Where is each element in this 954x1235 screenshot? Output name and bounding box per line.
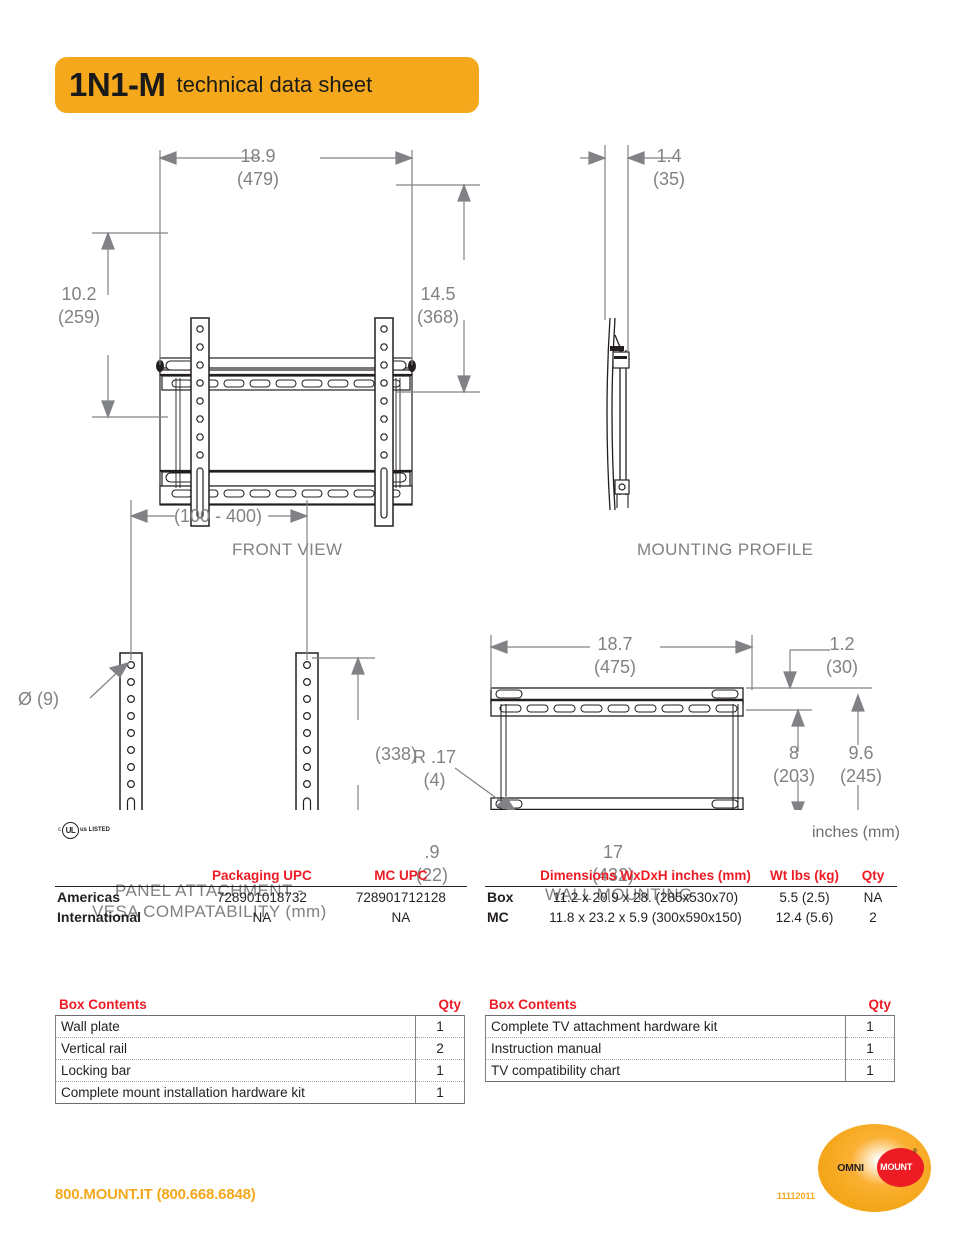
box-contents-left-item: Wall plate: [55, 1015, 416, 1038]
dims-header-weight: Wt lbs (kg): [760, 868, 849, 887]
box-contents-right-title: Box Contents: [489, 997, 577, 1012]
upc-row-mc: NA: [391, 909, 411, 925]
logo-registered-icon: ®: [912, 1148, 918, 1155]
front-view-label: FRONT VIEW: [232, 540, 343, 559]
front-right-height-dim: 14.5 (368): [417, 284, 460, 327]
box-contents-right: Box Contents Qty Complete TV attachment …: [485, 997, 895, 1082]
table-row: Box 11.2 x 20.9 x 28. (285x530x70) 5.5 (…: [485, 887, 897, 908]
table-header-row: Packaging UPC MC UPC: [55, 868, 467, 887]
box-contents-right-item: TV compatibility chart: [485, 1059, 846, 1082]
omnimount-logo: OMNI MOUNT ®: [818, 1124, 931, 1212]
list-item: Wall plate 1: [55, 1015, 465, 1038]
units-note: inches (mm): [811, 824, 900, 841]
wall-radius-dim: R .17 (4): [413, 747, 457, 790]
page-subtitle: technical data sheet: [176, 72, 373, 97]
box-contents-right-qty: 1: [845, 1059, 895, 1082]
dims-row-qty: 2: [869, 909, 877, 925]
list-item: Instruction manual 1: [485, 1037, 895, 1060]
upc-row-mc: 728901712128: [355, 889, 446, 905]
footer-phone: 800.MOUNT.IT (800.668.6848): [55, 1186, 256, 1203]
upc-header-packaging: Packaging UPC: [189, 868, 335, 887]
upc-table: Packaging UPC MC UPC Americas 7289010187…: [55, 868, 467, 927]
list-item: Locking bar 1: [55, 1059, 465, 1082]
wall-outer-height-dim: 9.6 (245): [840, 743, 883, 786]
box-contents-right-item: Complete TV attachment hardware kit: [485, 1015, 846, 1038]
box-contents-left-title: Box Contents: [59, 997, 147, 1012]
box-contents-right-header: Box Contents Qty: [485, 997, 895, 1015]
technical-drawings: 18.9 (479) 10.2 (259) 14.5 (368) 1.4 (35) (1…: [0, 120, 954, 921]
dimensions-table: Dimensions WxDxH inches (mm) Wt lbs (kg)…: [485, 868, 897, 927]
box-contents-right-table: Complete TV attachment hardware kit 1 In…: [485, 1015, 895, 1082]
box-contents-left-qty: 1: [415, 1015, 465, 1038]
box-contents-left-item: Vertical rail: [55, 1037, 416, 1060]
dims-row-type: Box: [487, 889, 514, 905]
wall-inner-height-dim: 8 (203): [773, 743, 816, 786]
upc-header-mc: MC UPC: [334, 868, 467, 887]
upc-row-packaging: NA: [252, 909, 272, 925]
ul-prefix-label: c: [58, 827, 61, 833]
list-item: Complete TV attachment hardware kit 1: [485, 1015, 895, 1038]
dims-header-blank: [485, 868, 531, 887]
box-contents-left-qty: 1: [415, 1081, 465, 1104]
dims-row-weight: 5.5 (2.5): [779, 889, 830, 905]
table-row: International NA NA: [55, 907, 467, 927]
list-item: Vertical rail 2: [55, 1037, 465, 1060]
dims-row-qty: NA: [863, 889, 883, 905]
table-row: MC 11.8 x 23.2 x 5.9 (300x590x150) 12.4 …: [485, 907, 897, 927]
box-contents-left-header: Box Contents Qty: [55, 997, 465, 1015]
dims-row-weight: 12.4 (5.6): [775, 909, 834, 925]
box-contents-left-qty-label: Qty: [438, 997, 461, 1012]
upc-row-region: Americas: [57, 889, 121, 905]
ul-suffix-label: us LISTED: [80, 827, 111, 833]
box-contents-left-qty: 2: [415, 1037, 465, 1060]
table-row: Americas 728901018732 728901712128: [55, 887, 467, 908]
logo-omni-text: OMNI: [837, 1161, 864, 1174]
box-contents-left-table: Wall plate 1 Vertical rail 2 Locking bar…: [55, 1015, 465, 1104]
profile-depth-dim: 1.4 (35): [653, 146, 686, 189]
wall-width-dim: 18.7 (475): [594, 634, 637, 677]
list-item: Complete mount installation hardware kit…: [55, 1081, 465, 1104]
footer-document-number: 11112011: [777, 1191, 816, 1201]
panel-span-dim: (100 - 400): [174, 506, 263, 526]
upc-header-blank: [55, 868, 189, 887]
dims-row-dimensions: 11.2 x 20.9 x 28. (285x530x70): [552, 889, 739, 905]
ul-listed-icon: c UL us LISTED: [58, 821, 111, 839]
upc-row-packaging: 728901018732: [216, 889, 307, 905]
ul-circle-label: UL: [62, 821, 79, 839]
box-contents-left-qty: 1: [415, 1059, 465, 1082]
panel-height-dim: (338): [375, 744, 418, 764]
box-contents-left-item: Complete mount installation hardware kit: [55, 1081, 416, 1104]
drawings-svg: [89, 145, 872, 810]
front-width-dim: 18.9 (479): [237, 146, 280, 189]
mounting-profile-label: MOUNTING PROFILE: [637, 540, 814, 559]
box-contents-left-item: Locking bar: [55, 1059, 416, 1082]
data-sheet-page: 1N1-M technical data sheet 18.9 (479) 10…: [0, 0, 954, 1235]
box-contents-left: Box Contents Qty Wall plate 1 Vertical r…: [55, 997, 465, 1104]
page-title: 1N1-M: [69, 66, 166, 103]
logo-mount-text: MOUNT: [880, 1162, 913, 1173]
box-contents-right-qty-label: Qty: [868, 997, 891, 1012]
box-contents-right-qty: 1: [845, 1037, 895, 1060]
panel-hole-diameter-dim: Ø (9): [18, 689, 60, 709]
table-header-row: Dimensions WxDxH inches (mm) Wt lbs (kg)…: [485, 868, 897, 887]
dims-header-qty: Qty: [849, 868, 897, 887]
dims-row-dimensions: 11.8 x 23.2 x 5.9 (300x590x150): [549, 909, 742, 925]
box-contents-right-qty: 1: [845, 1015, 895, 1038]
dims-header-dimensions: Dimensions WxDxH inches (mm): [531, 868, 760, 887]
box-contents-right-item: Instruction manual: [485, 1037, 846, 1060]
front-left-height-dim: 10.2 (259): [58, 284, 101, 327]
wall-top-offset-dim: 1.2 (30): [826, 634, 859, 677]
dims-row-type: MC: [487, 909, 509, 925]
list-item: TV compatibility chart 1: [485, 1059, 895, 1082]
upc-row-region: International: [57, 909, 142, 925]
header-banner: 1N1-M technical data sheet: [55, 57, 479, 113]
